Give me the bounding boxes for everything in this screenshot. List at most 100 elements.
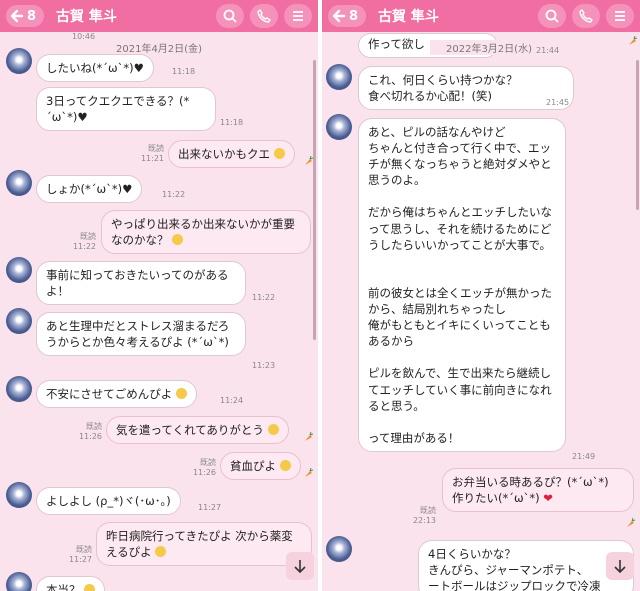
unread-count: 8 bbox=[27, 8, 37, 24]
message-line bbox=[368, 269, 556, 285]
avatar[interactable] bbox=[6, 257, 32, 283]
phone-icon bbox=[257, 9, 271, 23]
message-line: だから俺はちゃんとエッチしたいなって思うし、それを続けるためにどうしたらいいかっ… bbox=[368, 205, 552, 252]
avatar[interactable] bbox=[326, 114, 352, 140]
message-line: あと、ピルの話なんやけど bbox=[368, 125, 506, 139]
scroll-to-bottom-button[interactable] bbox=[286, 552, 314, 580]
message-bubble[interactable]: あと生理中だとストレス溜まるだろうからとか色々考えるぴよ (*´ω`*) bbox=[36, 312, 246, 357]
pleading-face-icon bbox=[273, 148, 285, 159]
carrot-icon bbox=[305, 156, 313, 165]
arrow-down-icon bbox=[294, 560, 306, 574]
carrot-icon bbox=[305, 432, 313, 441]
message-time: 11:23 bbox=[252, 361, 276, 370]
message-time: 11:22 bbox=[162, 190, 186, 199]
call-button[interactable] bbox=[250, 4, 278, 28]
message-bubble[interactable]: よしよし (ρ_*)ヾ(･ω･｡) bbox=[36, 487, 181, 516]
search-icon bbox=[545, 9, 559, 23]
message-line: って理由がある！ bbox=[368, 430, 460, 445]
avatar[interactable] bbox=[326, 64, 352, 90]
message-bubble[interactable]: 不安にさせてごめんぴよ bbox=[36, 380, 197, 409]
screenshot-collage: 8 古賀 隼斗 10:46 2021年4月2日(金) したいね(*´ω`*)♥ … bbox=[0, 0, 640, 591]
message-bubble[interactable]: やっぱり出来るか出来ないかが重要なのかな？ bbox=[101, 210, 311, 255]
read-receipt: 既読 11:26 bbox=[192, 458, 216, 477]
search-button[interactable] bbox=[538, 4, 566, 28]
message-bubble[interactable]: あと、ピルの話なんやけどちゃんと付き合って行く中で、エッチが無くなっちゃうと絶対… bbox=[358, 118, 566, 452]
right-chat-panel: 8 古賀 隼斗 作って欲し 2022年3月2日(水) 21:44 これ、何日くら… bbox=[322, 0, 640, 591]
back-arrow-icon bbox=[10, 9, 24, 23]
message-time: 11:18 bbox=[172, 67, 196, 76]
scrollbar[interactable] bbox=[313, 60, 316, 340]
message-bubble[interactable]: これ、何日くらい持つかな？ 食べ切れるか心配！(笑) bbox=[358, 66, 574, 111]
message-line: ピルを飲んで、生で出来たら継続してエッチしていく事に前向きになれると思う。 bbox=[368, 366, 552, 413]
pleading-face-icon bbox=[175, 388, 187, 399]
message-time: 11:27 bbox=[198, 503, 222, 512]
message-bubble[interactable]: 出来ないかもクエ bbox=[168, 140, 295, 169]
read-receipt: 既読 11:27 bbox=[68, 545, 92, 564]
message-bubble[interactable]: 3日ってクエクエできる？(*´ω`*)♥ bbox=[36, 87, 216, 132]
date-separator: 2022年3月2日(水) bbox=[430, 40, 548, 55]
avatar[interactable] bbox=[326, 536, 352, 562]
chat-title: 古賀 隼斗 bbox=[56, 9, 117, 25]
avatar[interactable] bbox=[6, 572, 32, 591]
message-time: 11:24 bbox=[220, 396, 244, 405]
message-bubble[interactable]: 気を遣ってくれてありがとう bbox=[106, 416, 289, 445]
message-bubble[interactable]: 4日くらいかな？ きんぴら、ジャーマンポテト、 ートボールはジップロックで冷凍 bbox=[418, 540, 634, 591]
message-time: 21:45 bbox=[546, 98, 570, 107]
message-bubble[interactable]: 貧血ぴよ bbox=[220, 452, 301, 481]
chat-header: 8 古賀 隼斗 bbox=[0, 0, 318, 32]
carrot-icon bbox=[629, 36, 637, 45]
menu-icon bbox=[293, 11, 303, 21]
message-line bbox=[368, 188, 556, 204]
carrot-icon bbox=[627, 518, 635, 527]
avatar[interactable] bbox=[6, 48, 32, 74]
back-button[interactable]: 8 bbox=[6, 5, 45, 27]
date-separator: 2021年4月2日(金) bbox=[100, 40, 218, 55]
message-line: ちゃんと付き合って行く中で、エッチが無くなっちゃうと絶対ダメやと思うのよ。 bbox=[368, 141, 552, 188]
message-bubble[interactable]: 昨日病院行ってきたぴよ 次から薬変えるぴよ bbox=[96, 522, 312, 567]
message-bubble[interactable]: 事前に知っておきたいってのがあるよ！ bbox=[36, 261, 246, 306]
read-receipt: 既読 11:26 bbox=[78, 422, 102, 441]
menu-button[interactable] bbox=[284, 4, 312, 28]
back-button[interactable]: 8 bbox=[328, 5, 367, 27]
read-receipt: 既読 22:13 bbox=[412, 506, 436, 525]
scroll-to-bottom-button[interactable] bbox=[606, 552, 634, 580]
unread-count: 8 bbox=[349, 8, 359, 24]
read-receipt: 既読 11:21 bbox=[140, 144, 164, 163]
message-bubble[interactable]: お弁当いる時あるぴ？(*´ω`*) 作りたい(*´ω`*) ❤ bbox=[442, 468, 634, 513]
chat-title: 古賀 隼斗 bbox=[378, 9, 439, 25]
message-time: 10:46 bbox=[72, 32, 96, 41]
menu-icon bbox=[615, 11, 625, 21]
pleading-face-icon bbox=[267, 424, 279, 435]
back-arrow-icon bbox=[332, 9, 346, 23]
message-time: 11:18 bbox=[220, 118, 244, 127]
avatar[interactable] bbox=[6, 482, 32, 508]
pleading-face-icon bbox=[155, 546, 167, 558]
message-time: 21:44 bbox=[536, 46, 560, 55]
avatar[interactable] bbox=[6, 376, 32, 402]
pleading-face-icon bbox=[279, 460, 291, 471]
message-line: 俺がもともとイキにくいってこともあるから bbox=[368, 318, 551, 349]
avatar[interactable] bbox=[6, 170, 32, 196]
carrot-icon bbox=[305, 468, 313, 477]
call-button[interactable] bbox=[572, 4, 600, 28]
search-icon bbox=[223, 9, 237, 23]
message-line bbox=[368, 253, 556, 269]
pleading-face-icon bbox=[172, 234, 184, 246]
left-chat-panel: 8 古賀 隼斗 10:46 2021年4月2日(金) したいね(*´ω`*)♥ … bbox=[0, 0, 318, 591]
read-receipt: 既読 11:22 bbox=[72, 232, 96, 251]
heart-icon: ❤ bbox=[543, 491, 553, 506]
menu-button[interactable] bbox=[606, 4, 634, 28]
message-bubble[interactable]: 本当？ bbox=[36, 576, 106, 591]
message-line bbox=[368, 414, 556, 430]
chat-header: 8 古賀 隼斗 bbox=[322, 0, 640, 32]
avatar[interactable] bbox=[6, 308, 32, 334]
message-line bbox=[368, 349, 556, 365]
message-bubble[interactable]: しょか(*´ω`*)♥ bbox=[36, 175, 143, 204]
arrow-down-icon bbox=[614, 560, 626, 574]
scrollbar[interactable] bbox=[636, 60, 639, 210]
pleading-face-icon bbox=[84, 584, 96, 591]
message-time: 21:49 bbox=[572, 452, 596, 461]
message-line: 前の彼女とは全くエッチが無かったから、結局別れちゃったし bbox=[368, 285, 552, 317]
search-button[interactable] bbox=[216, 4, 244, 28]
message-bubble[interactable]: したいね(*´ω`*)♥ bbox=[36, 54, 154, 83]
